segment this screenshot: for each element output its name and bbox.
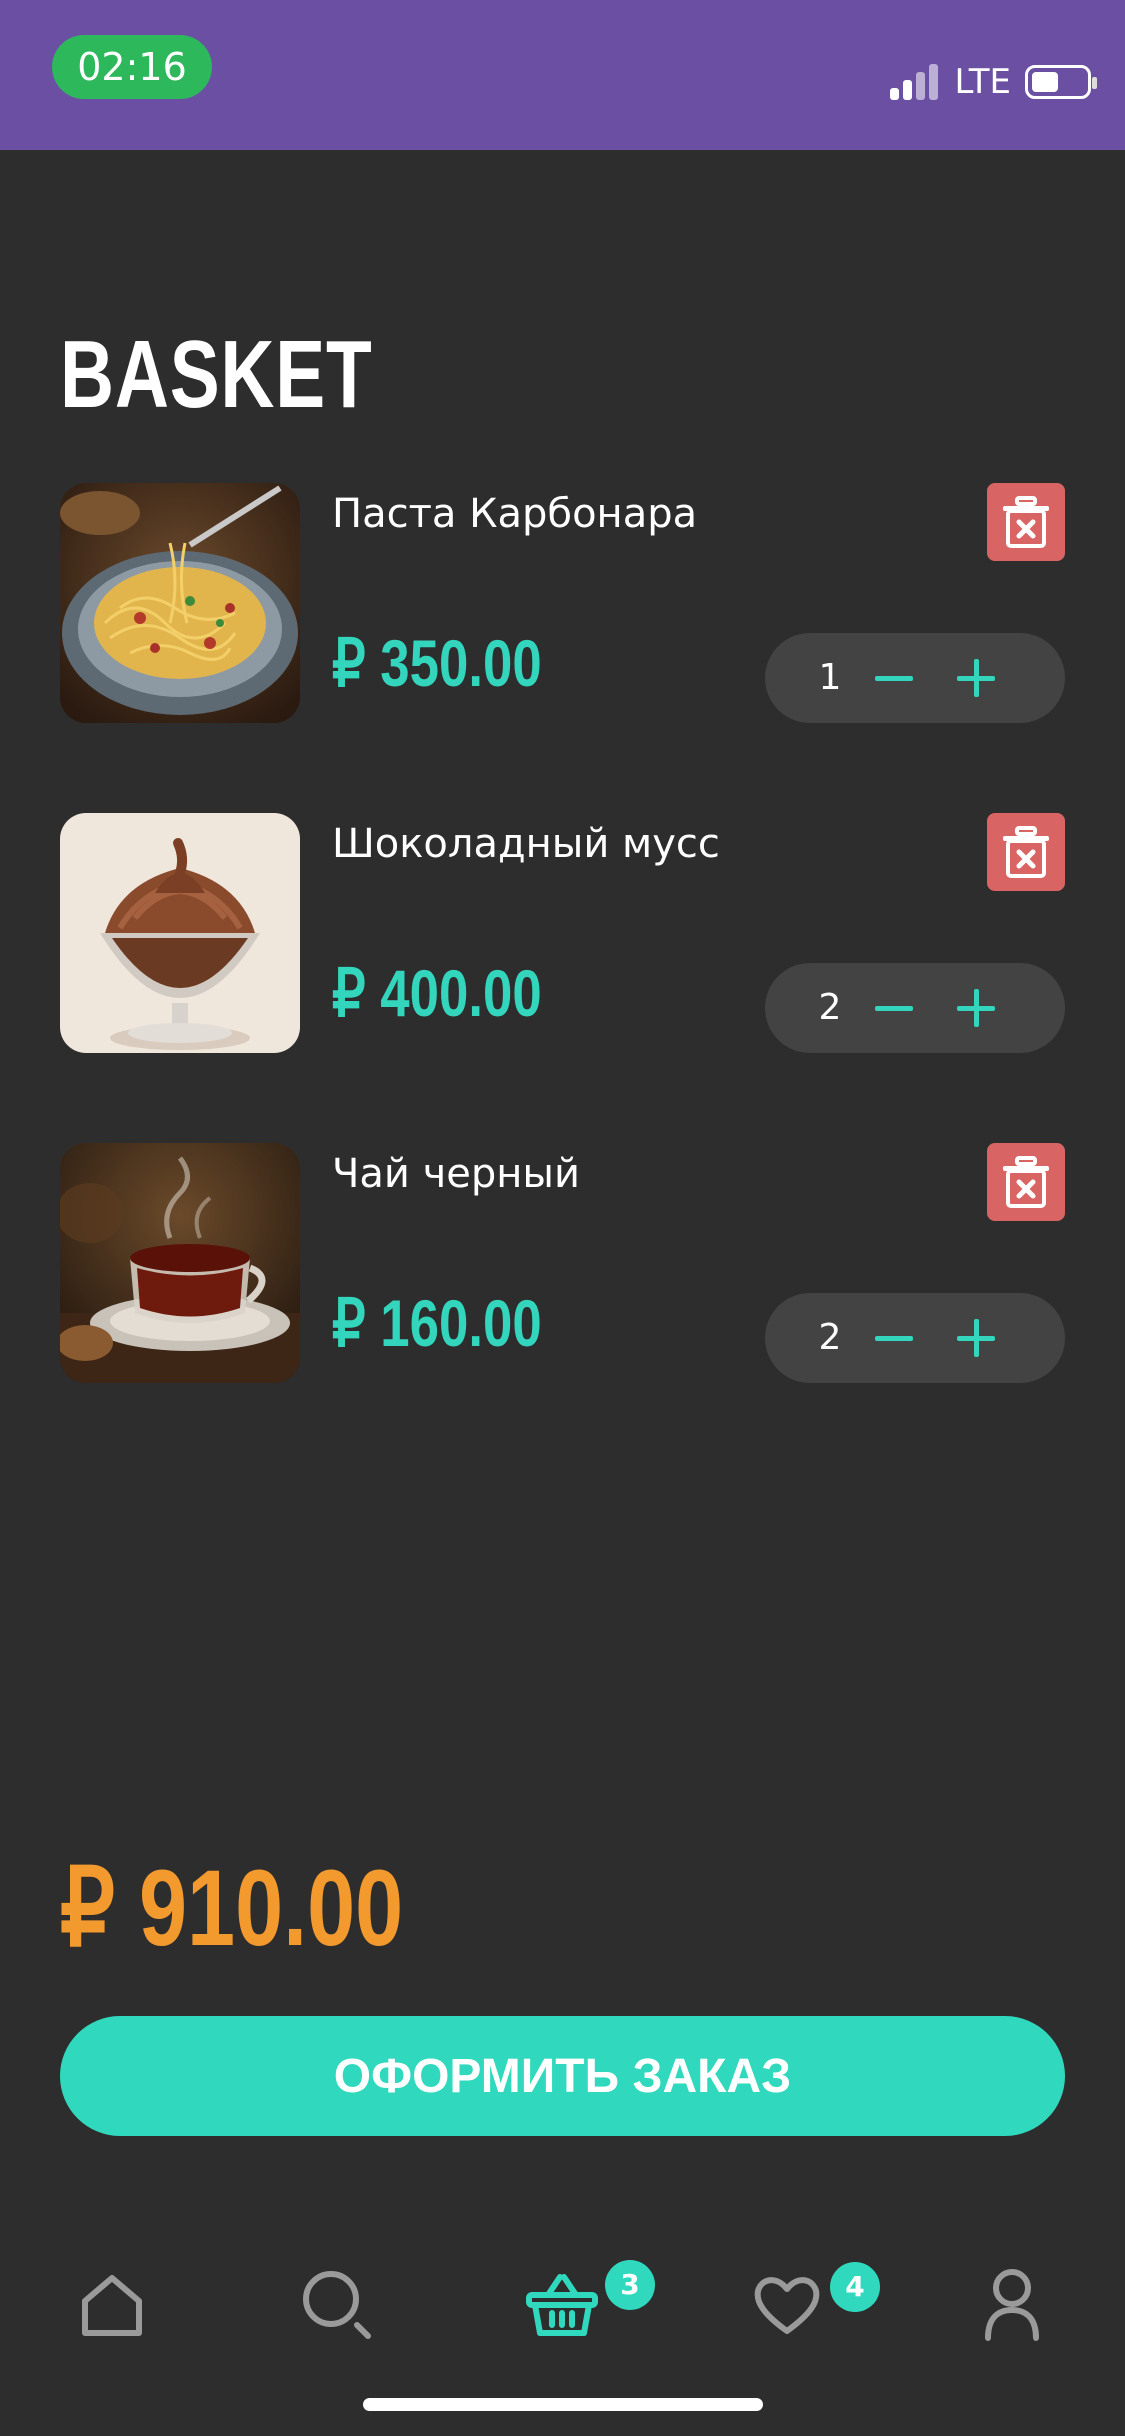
favorites-badge: 4: [830, 2262, 880, 2312]
total-price: ₽ 910.00: [60, 1847, 404, 1968]
pasta-image: [60, 483, 300, 723]
item-price: ₽ 400.00: [332, 956, 542, 1030]
delete-button[interactable]: [987, 483, 1065, 561]
search-icon: [303, 2271, 371, 2339]
tea-image: [60, 1143, 300, 1383]
time-pill: 02:16: [52, 35, 212, 99]
increase-button[interactable]: [953, 1315, 999, 1361]
decrease-button[interactable]: [871, 985, 917, 1031]
increase-button[interactable]: [953, 985, 999, 1031]
heart-icon: [754, 2277, 820, 2334]
quantity-value: 1: [818, 657, 842, 698]
item-name: Паста Карбонара: [332, 491, 698, 537]
checkout-label: ОФОРМИТЬ ЗАКАЗ: [333, 2049, 792, 2103]
trash-icon: [1003, 826, 1049, 878]
status-indicators: LTE: [890, 60, 1097, 104]
quantity-stepper: 2: [765, 963, 1065, 1053]
decrease-button[interactable]: [871, 655, 917, 701]
basket-item: Чай черный ₽ 160.00 2: [60, 1143, 1065, 1383]
basket-icon: [526, 2274, 598, 2336]
nav-profile[interactable]: [952, 2240, 1072, 2370]
quantity-value: 2: [818, 1317, 842, 1358]
home-icon: [82, 2275, 142, 2336]
increase-button[interactable]: [953, 655, 999, 701]
battery-icon: [1025, 65, 1097, 99]
nav-favorites[interactable]: [727, 2240, 847, 2370]
basket-item: Паста Карбонара ₽ 350.00 1: [60, 483, 1065, 723]
nav-search[interactable]: [277, 2240, 397, 2370]
network-label: LTE: [954, 62, 1011, 102]
page-title: BASKET: [60, 321, 373, 428]
mousse-image: [60, 813, 300, 1053]
decrease-button[interactable]: [871, 1315, 917, 1361]
delete-button[interactable]: [987, 813, 1065, 891]
nav-basket[interactable]: [502, 2240, 622, 2370]
item-name: Чай черный: [332, 1151, 581, 1197]
nav-home[interactable]: [52, 2240, 172, 2370]
profile-icon: [985, 2269, 1039, 2341]
trash-icon: [1003, 496, 1049, 548]
trash-icon: [1003, 1156, 1049, 1208]
basket-item: Шоколадный мусс ₽ 400.00 2: [60, 813, 1065, 1053]
item-price: ₽ 350.00: [332, 626, 542, 700]
checkout-button[interactable]: ОФОРМИТЬ ЗАКАЗ: [60, 2016, 1065, 2136]
status-bar: 02:16 LTE: [0, 0, 1125, 150]
signal-icon: [890, 64, 940, 100]
home-indicator: [363, 2398, 763, 2411]
quantity-stepper: 1: [765, 633, 1065, 723]
item-name: Шоколадный мусс: [332, 821, 720, 867]
delete-button[interactable]: [987, 1143, 1065, 1221]
item-price: ₽ 160.00: [332, 1286, 542, 1360]
status-time: 02:16: [77, 45, 187, 89]
quantity-stepper: 2: [765, 1293, 1065, 1383]
quantity-value: 2: [818, 987, 842, 1028]
basket-badge: 3: [605, 2260, 655, 2310]
